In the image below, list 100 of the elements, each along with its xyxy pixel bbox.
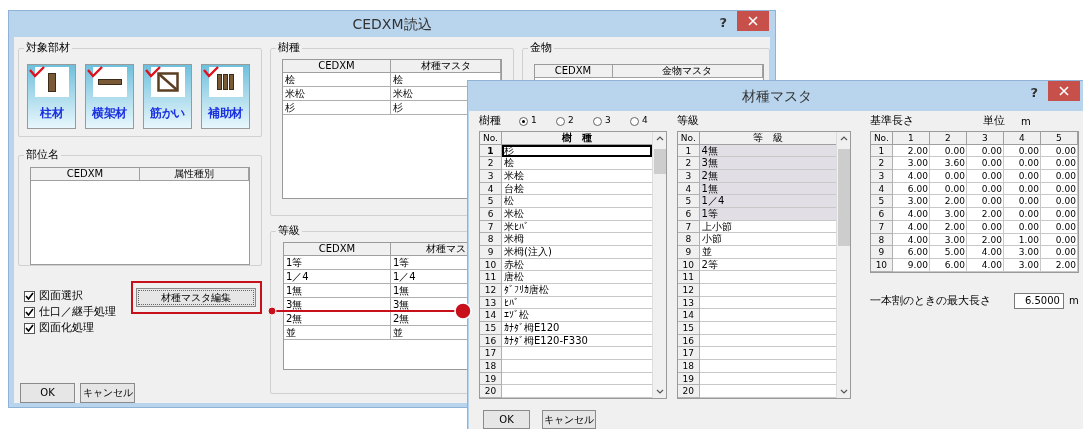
table-cell[interactable]: 0.00: [1003, 170, 1041, 183]
table-cell[interactable]: 4.00: [892, 233, 930, 247]
scrollbar-thumb[interactable]: [838, 149, 851, 246]
table-cell[interactable]: 米桧: [502, 170, 652, 183]
scrollbar[interactable]: [836, 132, 850, 398]
table-cell[interactable]: 0.00: [1003, 182, 1041, 196]
table-cell[interactable]: 3.00: [929, 208, 967, 221]
table-cell[interactable]: 台桧: [502, 182, 652, 196]
table-cell[interactable]: 0.00: [929, 182, 967, 196]
table-cell[interactable]: 桧: [502, 157, 652, 170]
table-cell[interactable]: 2.00: [929, 195, 967, 209]
table-cell[interactable]: 小節: [699, 233, 837, 246]
help-button[interactable]: ?: [1030, 83, 1038, 103]
table-cell[interactable]: 3無: [699, 157, 837, 170]
member-toggle[interactable]: 柱材: [27, 64, 76, 129]
table-cell[interactable]: 0.00: [966, 195, 1004, 209]
chevron-down-icon[interactable]: [840, 389, 849, 394]
table-cell[interactable]: 3.00: [929, 233, 967, 247]
table-cell[interactable]: 2.00: [966, 208, 1004, 221]
table-cell[interactable]: 0.00: [1003, 208, 1041, 221]
close-button[interactable]: [737, 11, 769, 31]
table-cell[interactable]: ﾀﾞﾌﾘｶ唐松: [502, 284, 652, 297]
table-cell[interactable]: ﾋﾊﾞ: [502, 296, 652, 310]
table-cell[interactable]: 0.00: [966, 182, 1004, 196]
table-cell[interactable]: ｶﾅﾀﾞ栂E120-F330: [502, 334, 652, 348]
table-cell[interactable]: 0.00: [1040, 233, 1078, 247]
input-field[interactable]: 6.5000: [1013, 292, 1064, 309]
table-cell[interactable]: 0.00: [1003, 220, 1041, 234]
table-cell[interactable]: 米松: [502, 208, 652, 221]
table-cell[interactable]: 1等: [699, 208, 837, 221]
table-cell[interactable]: 3.00: [1003, 246, 1041, 259]
table-cell[interactable]: 米栂: [502, 233, 652, 246]
table-cell[interactable]: 0.00: [1040, 157, 1078, 171]
table-cell[interactable]: 0.00: [1003, 157, 1041, 171]
table-cell[interactable]: 4.00: [892, 208, 930, 221]
chevron-down-icon[interactable]: [656, 389, 664, 394]
table-cell[interactable]: 2.00: [966, 233, 1004, 247]
button[interactable]: 材種マスタ編集: [136, 288, 257, 307]
table-cell[interactable]: 6.00: [929, 258, 967, 272]
table-cell[interactable]: 杉: [502, 144, 652, 158]
radio-button[interactable]: 1: [519, 114, 556, 128]
table-cell[interactable]: 0.00: [966, 157, 1004, 171]
table-cell[interactable]: 0.00: [1040, 195, 1078, 209]
table-cell[interactable]: 赤松: [502, 258, 652, 272]
table-cell[interactable]: 米ﾋﾊﾞ: [502, 220, 652, 234]
table-cell[interactable]: 9.00: [892, 258, 930, 272]
checkbox[interactable]: [24, 306, 35, 318]
table-cell[interactable]: ｶﾅﾀﾞ栂E120: [502, 322, 652, 335]
table-cell[interactable]: 0.00: [966, 220, 1004, 234]
radio-button[interactable]: 4: [630, 114, 667, 128]
table-cell[interactable]: 0.00: [929, 170, 967, 183]
table-cell[interactable]: 2無: [699, 170, 837, 183]
table-cell[interactable]: 0.00: [1040, 220, 1078, 234]
table-cell[interactable]: 6.00: [892, 182, 930, 196]
table-cell[interactable]: 0.00: [1003, 144, 1041, 158]
table-cell[interactable]: 0.00: [1040, 182, 1078, 196]
table-cell[interactable]: 6.00: [892, 246, 930, 259]
table-cell[interactable]: 2.00: [929, 220, 967, 234]
chevron-up-icon[interactable]: [656, 136, 664, 141]
table-cell[interactable]: 0.00: [1040, 246, 1078, 259]
table-cell[interactable]: 3.00: [1003, 258, 1041, 272]
table-cell[interactable]: 0.00: [966, 144, 1004, 158]
table-cell[interactable]: 2.00: [1040, 258, 1078, 272]
help-button[interactable]: ?: [719, 13, 727, 33]
table-cell[interactable]: 0.00: [1003, 195, 1041, 209]
table-cell[interactable]: 0.00: [1040, 144, 1078, 158]
member-toggle[interactable]: 横架材: [85, 64, 134, 129]
chevron-up-icon[interactable]: [840, 136, 849, 141]
table-cell[interactable]: 米栂(注入): [502, 246, 652, 259]
table-cell[interactable]: 3.60: [929, 157, 967, 171]
member-toggle[interactable]: 補助材: [201, 64, 250, 129]
button[interactable]: OK: [483, 410, 530, 429]
scrollbar[interactable]: [652, 132, 666, 398]
table-cell[interactable]: 3.00: [892, 195, 930, 209]
table-cell[interactable]: 0.00: [966, 170, 1004, 183]
table-cell[interactable]: 1.00: [1003, 233, 1041, 247]
table-cell[interactable]: 4.00: [892, 170, 930, 183]
button[interactable]: キャンセル: [542, 410, 596, 429]
member-toggle[interactable]: 筋かい: [143, 64, 192, 129]
close-button[interactable]: [1048, 81, 1080, 101]
table-cell[interactable]: 0.00: [1040, 170, 1078, 183]
scrollbar-thumb[interactable]: [654, 149, 666, 174]
checkbox[interactable]: [24, 290, 35, 302]
table-cell[interactable]: 松: [502, 195, 652, 208]
radio-button[interactable]: 2: [556, 114, 593, 128]
table-cell[interactable]: 4.00: [966, 258, 1004, 272]
table-cell[interactable]: 4.00: [966, 246, 1004, 259]
table-cell[interactable]: 4.00: [892, 220, 930, 234]
table-cell[interactable]: 唐松: [502, 271, 652, 284]
checkbox[interactable]: [24, 322, 35, 334]
button[interactable]: キャンセル: [80, 383, 135, 403]
button[interactable]: OK: [20, 383, 75, 403]
table-cell[interactable]: 0.00: [929, 144, 967, 158]
table-cell[interactable]: 5.00: [929, 246, 967, 259]
table-cell[interactable]: 0.00: [1040, 208, 1078, 221]
table-cell[interactable]: 並: [699, 246, 837, 259]
table-cell[interactable]: ｴｿﾞ松: [502, 309, 652, 322]
table-cell[interactable]: 2.00: [892, 144, 930, 158]
table-cell[interactable]: 1／4: [699, 195, 837, 208]
radio-button[interactable]: 3: [593, 114, 630, 128]
